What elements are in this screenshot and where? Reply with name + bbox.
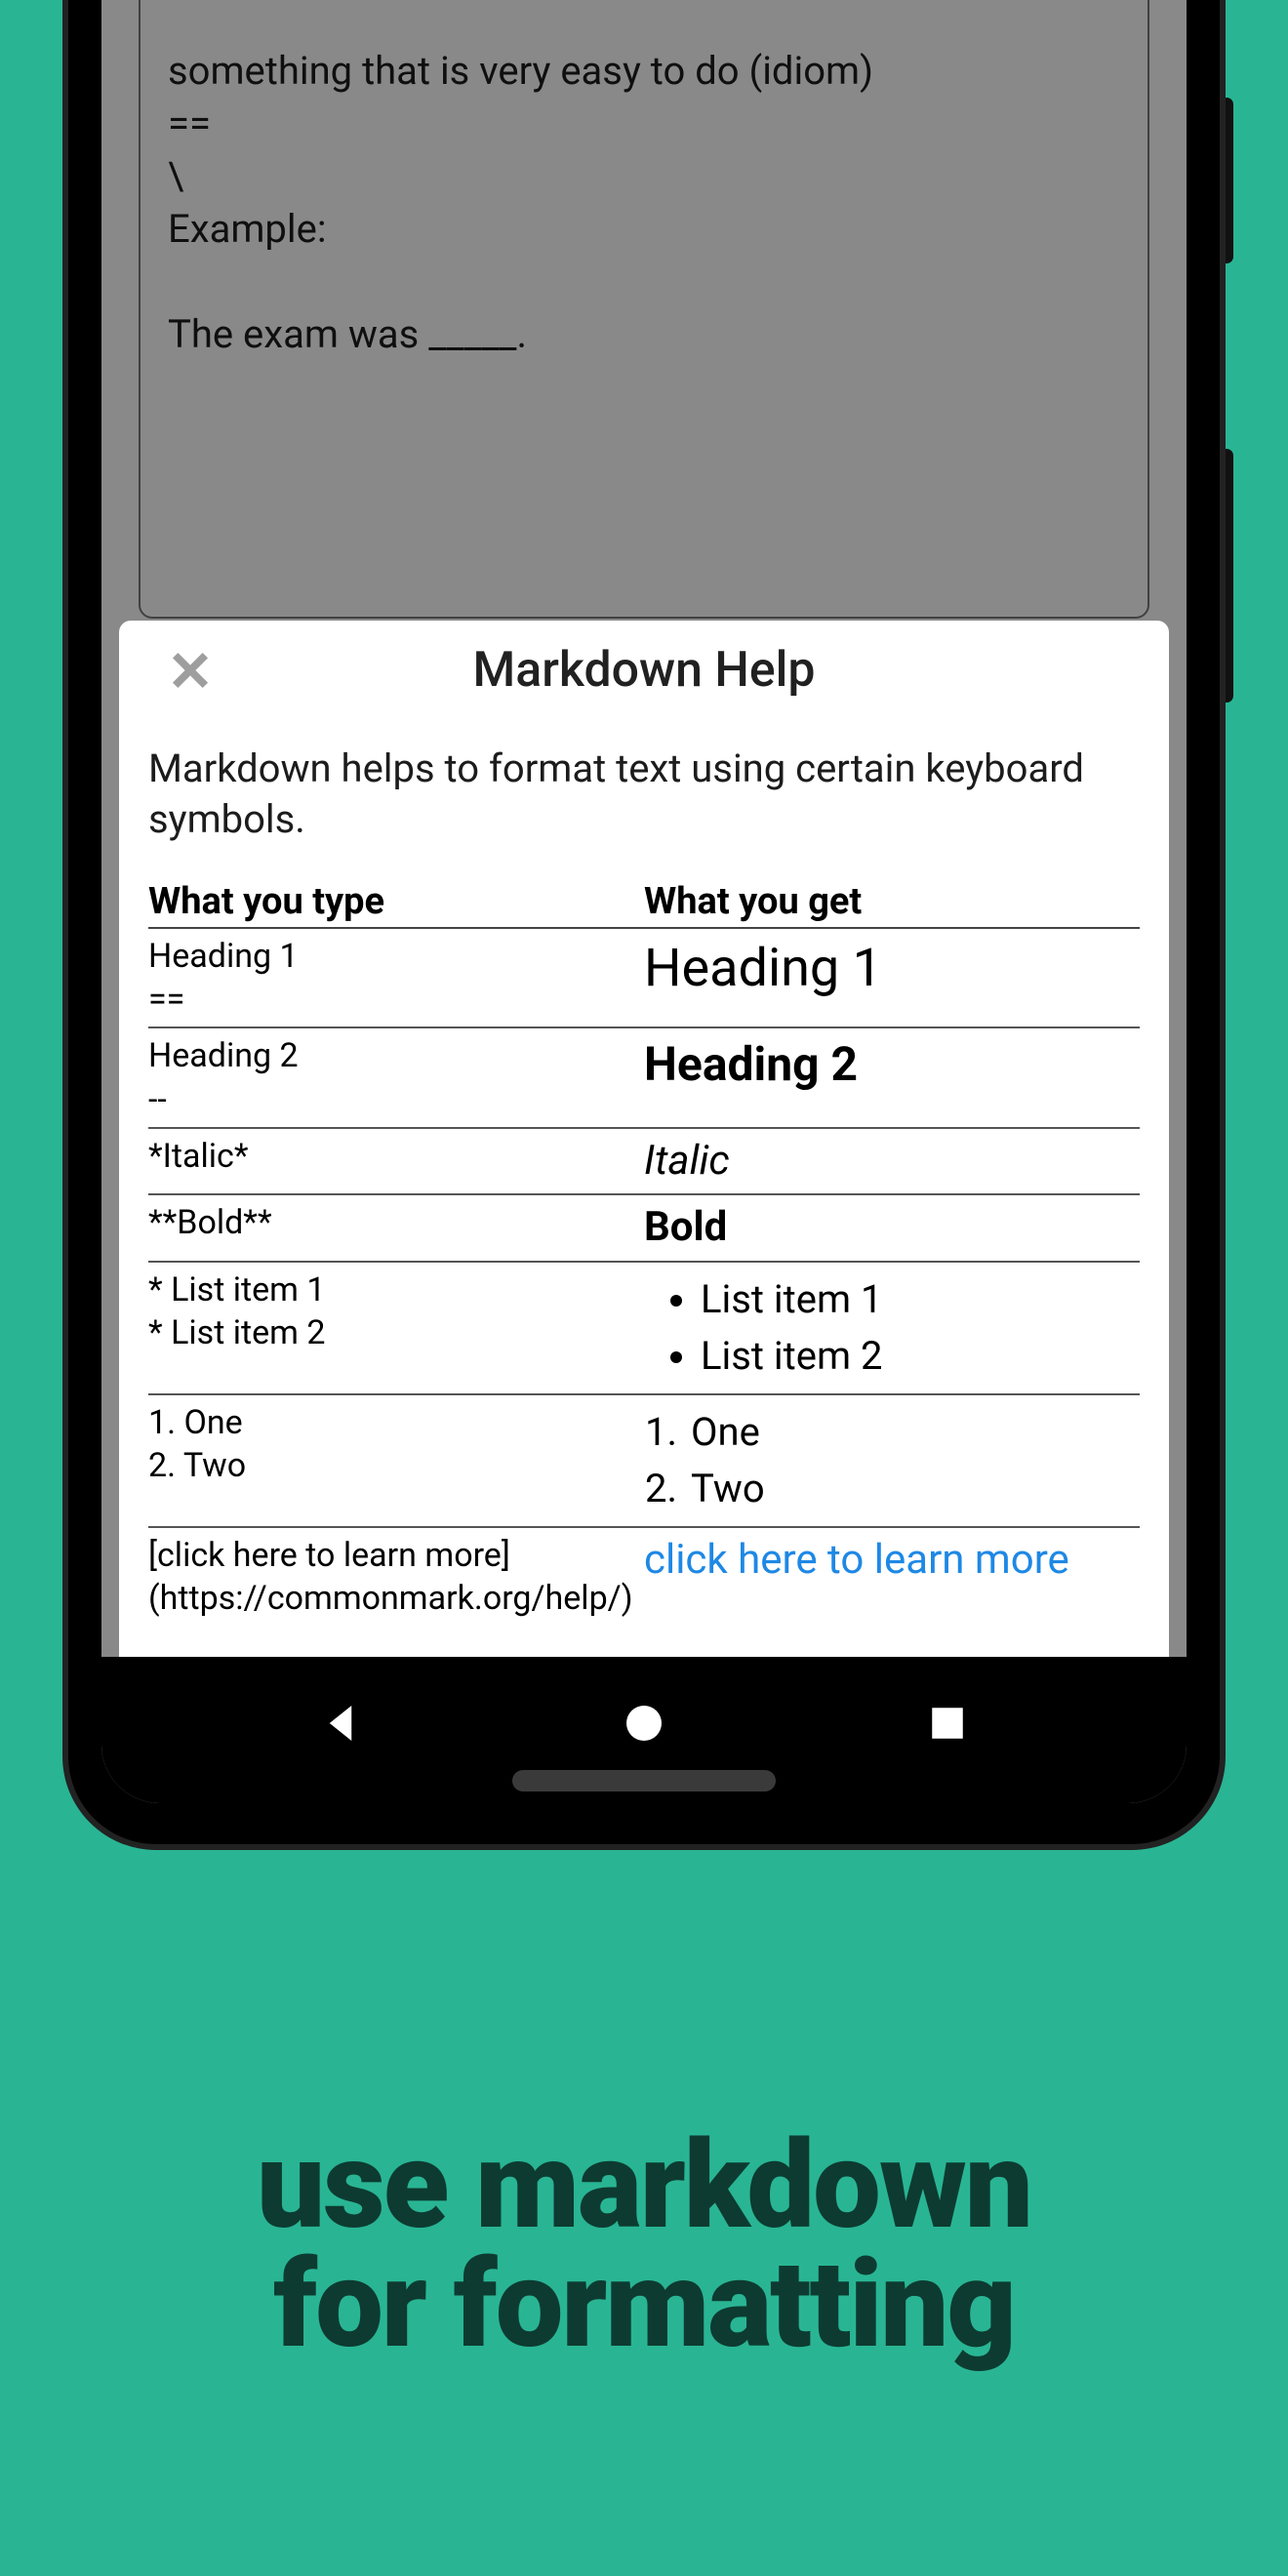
- list-item: List item 1: [701, 1274, 1140, 1325]
- markdown-help-modal: Markdown Help Markdown helps to format t…: [119, 621, 1169, 1657]
- cell-type: Heading 1 ==: [148, 928, 644, 1027]
- cell-type: **Bold**: [148, 1194, 644, 1262]
- rendered-heading-1: Heading 1: [644, 935, 1140, 1003]
- nav-home-icon[interactable]: [618, 1697, 670, 1753]
- phone-side-button: [1220, 449, 1233, 703]
- table-row: 1. One 2. Two One Two: [148, 1394, 1140, 1527]
- modal-header: Markdown Help: [119, 621, 1169, 701]
- table-row: [click here to learn more](https://commo…: [148, 1527, 1140, 1626]
- table-row: * List item 1 * List item 2 List item 1 …: [148, 1262, 1140, 1394]
- cell-type: *Italic*: [148, 1128, 644, 1195]
- table-row: Heading 2 -- Heading 2: [148, 1027, 1140, 1127]
- close-icon[interactable]: [168, 648, 213, 693]
- rendered-ul: List item 1 List item 2: [644, 1274, 1140, 1382]
- cell-get: Heading 2: [644, 1027, 1140, 1127]
- table-row: Heading 1 == Heading 1: [148, 928, 1140, 1027]
- cell-get: Heading 1: [644, 928, 1140, 1027]
- list-item: One: [687, 1407, 1140, 1458]
- caption-line-2: for formatting: [0, 2246, 1288, 2365]
- list-item: Two: [687, 1464, 1140, 1514]
- cell-get: One Two: [644, 1394, 1140, 1527]
- rendered-italic: Italic: [644, 1137, 730, 1185]
- caption-line-1: use markdown: [0, 2127, 1288, 2246]
- table-row: **Bold** Bold: [148, 1194, 1140, 1262]
- phone-screen: FRONT SIDE BACK SIDE something that is v…: [101, 0, 1187, 1803]
- modal-body: Markdown helps to format text using cert…: [119, 701, 1169, 1637]
- rendered-bold: Bold: [644, 1203, 727, 1251]
- nav-recents-icon[interactable]: [921, 1697, 974, 1753]
- phone-side-button: [1220, 98, 1233, 263]
- cell-get: Bold: [644, 1194, 1140, 1262]
- home-pill: [512, 1770, 776, 1791]
- cell-type: * List item 1 * List item 2: [148, 1262, 644, 1394]
- cell-type: 1. One 2. Two: [148, 1394, 644, 1527]
- cell-get: List item 1 List item 2: [644, 1262, 1140, 1394]
- column-header-get: What you get: [644, 880, 1140, 928]
- phone-frame: FRONT SIDE BACK SIDE something that is v…: [68, 0, 1220, 1844]
- cell-type: Heading 2 --: [148, 1027, 644, 1127]
- column-header-type: What you type: [148, 880, 644, 928]
- modal-intro-text: Markdown helps to format text using cert…: [148, 744, 1140, 845]
- promo-caption: use markdown for formatting: [0, 2127, 1288, 2364]
- table-row: *Italic* Italic: [148, 1128, 1140, 1195]
- nav-back-icon[interactable]: [314, 1697, 367, 1753]
- rendered-ol: One Two: [644, 1407, 1140, 1514]
- cell-get: Italic: [644, 1128, 1140, 1195]
- list-item: List item 2: [701, 1331, 1140, 1382]
- cell-type: [click here to learn more](https://commo…: [148, 1527, 644, 1626]
- rendered-heading-2: Heading 2: [644, 1034, 1140, 1095]
- cell-get: click here to learn more: [644, 1527, 1140, 1626]
- markdown-examples-table: What you type What you get Heading 1 == …: [148, 880, 1140, 1626]
- rendered-link[interactable]: click here to learn more: [644, 1536, 1069, 1584]
- modal-title: Markdown Help: [119, 642, 1169, 699]
